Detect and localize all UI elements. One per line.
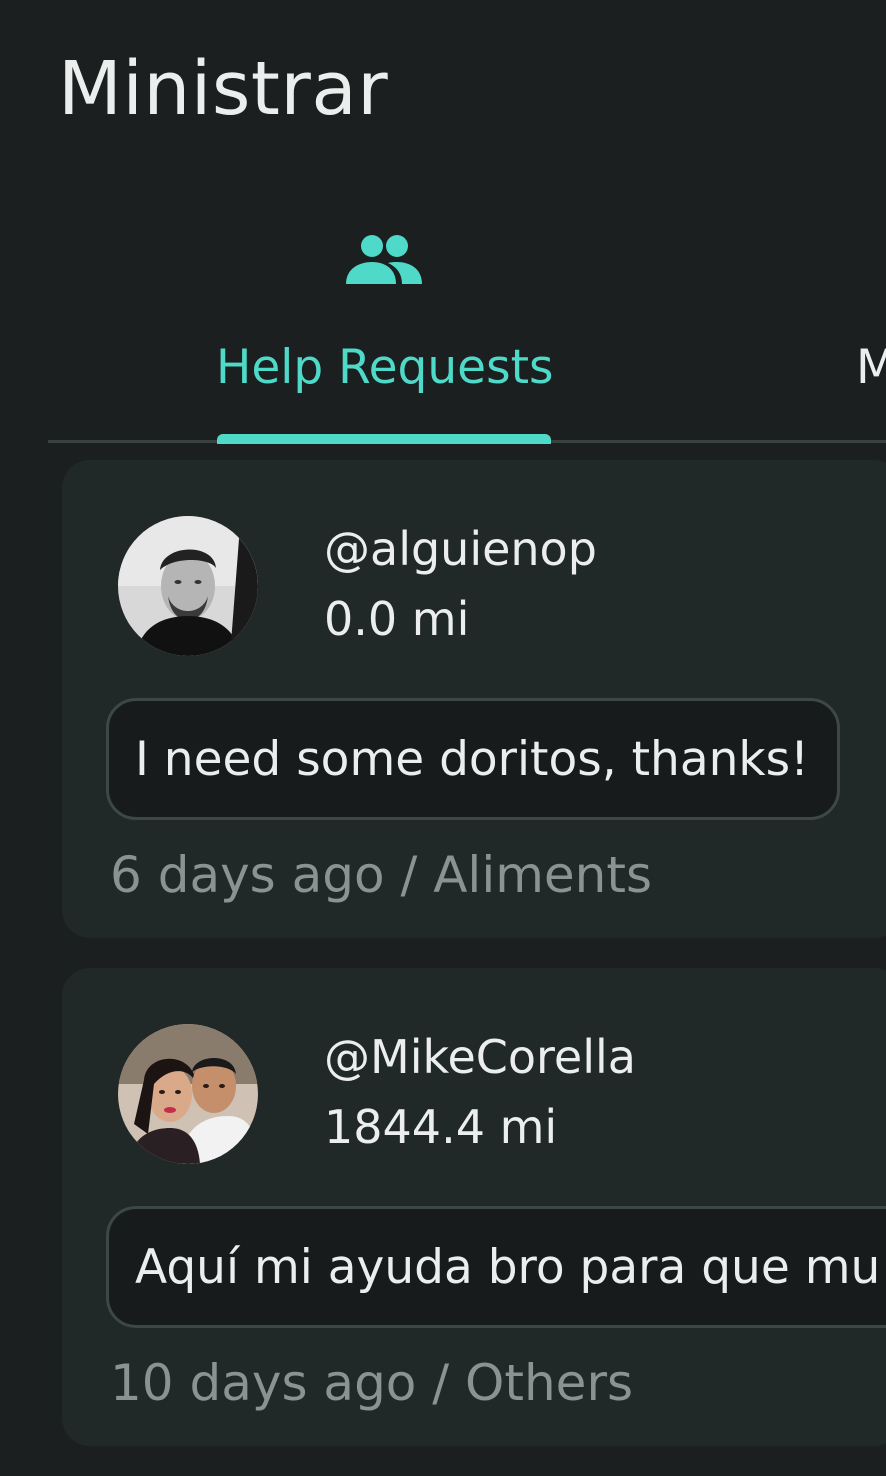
request-card[interactable]: @MikeCorella 1844.4 mi Aquí mi ayuda bro… xyxy=(62,968,886,1446)
tab-help-requests[interactable]: Help Requests xyxy=(216,210,554,444)
request-meta: 10 days ago / Others xyxy=(110,1354,634,1412)
tab-bar: Help Requests M xyxy=(48,210,886,444)
request-meta: 6 days ago / Aliments xyxy=(110,846,653,904)
tab-next[interactable]: M xyxy=(856,210,886,444)
active-tab-indicator xyxy=(217,434,551,444)
tab-label: M xyxy=(856,340,886,395)
request-card[interactable]: @alguienop 0.0 mi I need some doritos, t… xyxy=(62,460,886,938)
help-requests-list: @alguienop 0.0 mi I need some doritos, t… xyxy=(62,460,886,1476)
people-icon xyxy=(344,232,424,288)
avatar[interactable] xyxy=(118,1024,258,1164)
distance: 1844.4 mi xyxy=(324,1100,558,1154)
username[interactable]: @MikeCorella xyxy=(324,1030,636,1084)
request-message: Aquí mi ayuda bro para que mu xyxy=(106,1206,886,1328)
request-message: I need some doritos, thanks! xyxy=(106,698,840,820)
username[interactable]: @alguienop xyxy=(324,522,597,576)
distance: 0.0 mi xyxy=(324,592,470,646)
avatar[interactable] xyxy=(118,516,258,656)
app-title: Ministrar xyxy=(58,46,389,132)
tab-label: Help Requests xyxy=(216,340,554,395)
